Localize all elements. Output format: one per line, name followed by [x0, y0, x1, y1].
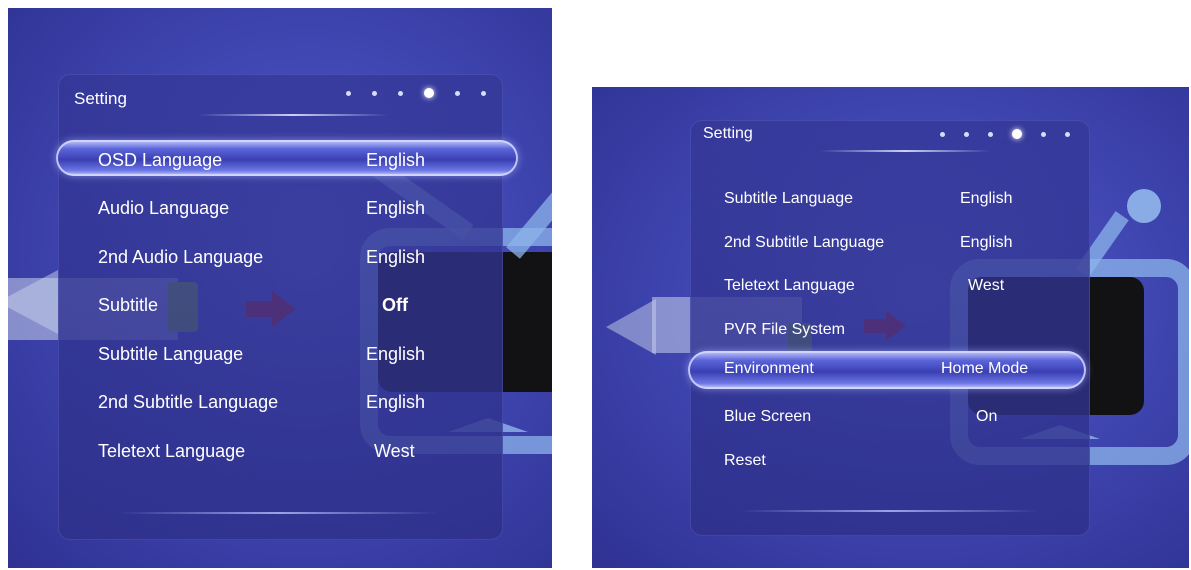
page-indicator	[940, 127, 1070, 141]
menu-item-label: 2nd Audio Language	[98, 247, 264, 267]
menu-item-value: English	[960, 190, 1013, 207]
page-dot-active	[424, 88, 434, 98]
menu-item-value: English	[366, 247, 426, 267]
page-dot	[1041, 131, 1046, 137]
page-dot	[398, 90, 403, 96]
menu-item-value: English	[366, 150, 426, 170]
menu-item-subtitle-language[interactable]: Subtitle Language English	[690, 182, 1090, 222]
menu-item-label: Teletext Language	[724, 277, 855, 294]
menu-item-subtitle[interactable]: Subtitle Off	[58, 283, 516, 323]
title-underline	[820, 150, 990, 152]
menu-item-2nd-subtitle-language[interactable]: 2nd Subtitle Language English	[690, 226, 1090, 266]
menu-item-value: English	[366, 392, 426, 412]
page-dot	[346, 90, 351, 96]
panel-title: Setting	[74, 89, 127, 108]
menu-item-value: West	[968, 277, 1005, 294]
page-dot	[940, 131, 945, 137]
menu-item-pvr-file-system[interactable]: PVR File System	[690, 313, 1090, 353]
title-underline	[198, 114, 388, 116]
tv-knob-icon	[1127, 189, 1161, 223]
settings-screen-right: Setting Subtitle Language English 2nd Su…	[592, 87, 1189, 568]
menu-item-audio-language[interactable]: Audio Language English	[58, 186, 516, 226]
menu-item-label: Subtitle	[98, 295, 159, 315]
menu-item-value: English	[366, 344, 426, 364]
page-dot	[988, 131, 993, 137]
menu-item-label: PVR File System	[724, 321, 845, 338]
menu-item-value: English	[960, 234, 1013, 251]
menu-item-label: Audio Language	[98, 198, 230, 218]
menu-item-value: On	[976, 408, 998, 425]
panel-title: Setting	[703, 125, 753, 142]
menu-item-label: 2nd Subtitle Language	[724, 234, 885, 251]
menu-item-2nd-audio-language[interactable]: 2nd Audio Language English	[58, 235, 516, 275]
page-dot	[481, 90, 486, 96]
page-dot	[1065, 131, 1070, 137]
menu-item-label: OSD Language	[98, 150, 223, 170]
panel-bottom-line	[118, 512, 438, 514]
page-dot	[455, 90, 460, 96]
menu-item-value: Off	[382, 295, 408, 315]
settings-screen-left: Setting OSD Language English Audio Langu…	[8, 8, 552, 568]
menu-item-teletext-language[interactable]: Teletext Language West	[58, 429, 516, 469]
menu-item-label: Teletext Language	[98, 441, 246, 461]
menu-item-label: 2nd Subtitle Language	[98, 392, 279, 412]
menu-item-teletext-language[interactable]: Teletext Language West	[690, 269, 1090, 309]
menu-item-reset[interactable]: Reset	[690, 444, 1090, 484]
menu-item-label: Reset	[724, 452, 766, 469]
panel-bottom-line	[740, 510, 1040, 512]
menu-item-osd-language[interactable]: OSD Language English	[56, 138, 518, 178]
page-dot	[372, 90, 377, 96]
menu-item-value: English	[366, 198, 426, 218]
page-dot	[964, 131, 969, 137]
page-indicator	[346, 85, 486, 101]
menu-item-label: Blue Screen	[724, 408, 812, 425]
settings-list: Subtitle Language English 2nd Subtitle L…	[688, 182, 1090, 484]
menu-item-environment[interactable]: Environment Home Mode	[688, 349, 1086, 391]
menu-item-value: Home Mode	[941, 360, 1029, 377]
menu-item-value: West	[374, 441, 415, 461]
menu-item-label: Subtitle Language	[98, 344, 244, 364]
menu-item-2nd-subtitle-language[interactable]: 2nd Subtitle Language English	[58, 380, 516, 420]
menu-item-label: Subtitle Language	[724, 190, 853, 207]
menu-item-label: Environment	[724, 360, 814, 377]
menu-item-blue-screen[interactable]: Blue Screen On	[690, 400, 1090, 440]
plug-tip-icon	[606, 299, 656, 355]
settings-list: OSD Language English Audio Language Engl…	[56, 138, 518, 478]
menu-item-subtitle-language[interactable]: Subtitle Language English	[58, 332, 516, 372]
page-dot-active	[1012, 129, 1022, 139]
